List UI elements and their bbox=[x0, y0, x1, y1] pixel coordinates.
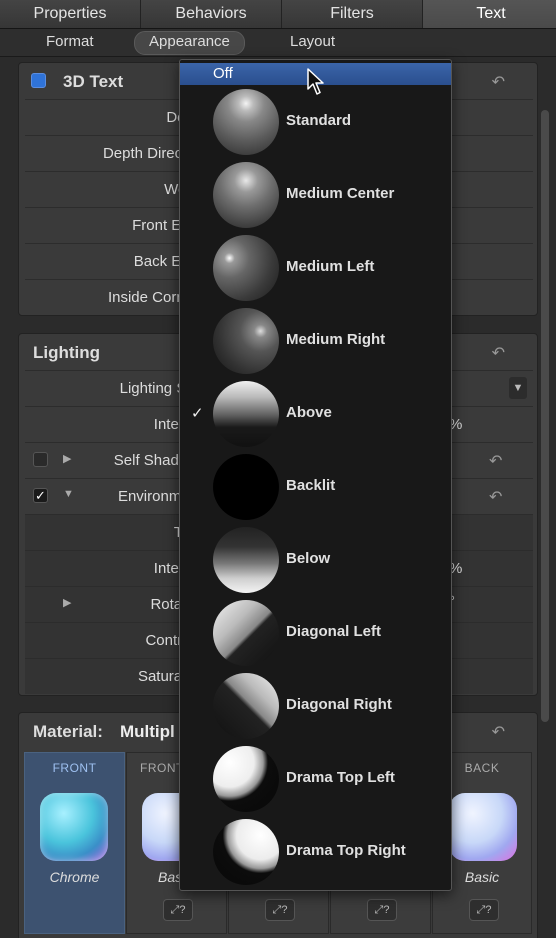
mouse-pointer-icon bbox=[307, 68, 324, 95]
self-shadows-checkbox[interactable] bbox=[33, 452, 48, 467]
menu-item-label: Standard bbox=[286, 112, 352, 129]
tab-filters[interactable]: Filters bbox=[282, 0, 423, 28]
sphere-medium-left-icon bbox=[213, 235, 279, 301]
sphere-drama-top-right-icon bbox=[213, 819, 279, 885]
disclosure-open-icon[interactable]: ▼ bbox=[63, 488, 74, 500]
reset-icon[interactable]: ↶ bbox=[489, 487, 502, 507]
inspector-tabs: Properties Behaviors Filters Text bbox=[0, 0, 556, 29]
menu-item-label: Off bbox=[213, 65, 233, 82]
reset-icon[interactable]: ↶ bbox=[492, 343, 505, 363]
3d-text-checkbox[interactable] bbox=[31, 73, 46, 88]
material-cell-header: FRONT bbox=[52, 761, 97, 775]
menu-item-label: Above bbox=[286, 404, 332, 421]
material-label: Material: bbox=[33, 722, 103, 741]
scrollbar[interactable] bbox=[541, 110, 549, 722]
material-cell-front[interactable]: FRONT Chrome bbox=[24, 752, 125, 934]
sphere-medium-center-icon bbox=[213, 162, 279, 228]
menu-item-label: Backlit bbox=[286, 477, 336, 494]
sphere-above-icon bbox=[213, 381, 279, 447]
menu-item-label: Below bbox=[286, 550, 331, 567]
subtab-format[interactable]: Format bbox=[32, 31, 108, 53]
menu-item-drama-top-left[interactable]: Drama Top Left bbox=[180, 744, 451, 817]
menu-item-backlit[interactable]: Backlit bbox=[180, 452, 451, 525]
menu-item-diagonal-right[interactable]: Diagonal Right bbox=[180, 671, 451, 744]
sphere-diagonal-right-icon bbox=[213, 673, 279, 739]
menu-item-drama-top-right[interactable]: Drama Top Right bbox=[180, 817, 451, 890]
link-icon[interactable]: ⤢? bbox=[163, 899, 193, 921]
basic-swatch bbox=[449, 793, 517, 861]
tab-behaviors[interactable]: Behaviors bbox=[141, 0, 282, 28]
menu-item-above[interactable]: ✓ Above bbox=[180, 379, 451, 452]
section-title: Lighting bbox=[33, 343, 101, 362]
sphere-medium-right-icon bbox=[213, 308, 279, 374]
menu-item-medium-center[interactable]: Medium Center bbox=[180, 160, 451, 233]
tab-text[interactable]: Text bbox=[423, 0, 556, 28]
chrome-swatch bbox=[40, 793, 108, 861]
checkmark-icon: ✓ bbox=[191, 405, 204, 422]
menu-item-standard[interactable]: Standard bbox=[180, 87, 451, 160]
disclosure-triangle-icon[interactable]: ▶ bbox=[63, 596, 71, 609]
reset-icon[interactable]: ↶ bbox=[492, 72, 505, 92]
text-subtabs: Format Appearance Layout bbox=[0, 29, 556, 57]
menu-item-label: Diagonal Left bbox=[286, 623, 382, 640]
menu-item-diagonal-left[interactable]: Diagonal Left bbox=[180, 598, 451, 671]
sphere-drama-top-left-icon bbox=[213, 746, 279, 812]
link-icon[interactable]: ⤢? bbox=[367, 899, 397, 921]
menu-item-label: Drama Top Left bbox=[286, 769, 395, 786]
section-title: 3D Text bbox=[63, 72, 124, 91]
menu-item-below[interactable]: Below bbox=[180, 525, 451, 598]
sphere-standard-icon bbox=[213, 89, 279, 155]
reset-icon[interactable]: ↶ bbox=[492, 722, 505, 742]
sphere-diagonal-left-icon bbox=[213, 600, 279, 666]
menu-item-label: Diagonal Right bbox=[286, 696, 392, 713]
menu-item-label: Medium Left bbox=[286, 258, 375, 275]
tab-properties[interactable]: Properties bbox=[0, 0, 141, 28]
reset-icon[interactable]: ↶ bbox=[489, 451, 502, 471]
menu-item-medium-left[interactable]: Medium Left bbox=[180, 233, 451, 306]
menu-item-label: Medium Center bbox=[286, 185, 395, 202]
menu-item-label: Drama Top Right bbox=[286, 842, 406, 859]
subtab-layout[interactable]: Layout bbox=[276, 31, 349, 53]
environment-checkbox[interactable]: ✓ bbox=[33, 488, 48, 503]
sphere-backlit-icon bbox=[213, 454, 279, 520]
lighting-style-menu: Off Standard Medium Center Medium Left M… bbox=[179, 59, 452, 891]
link-icon[interactable]: ⤢? bbox=[469, 899, 499, 921]
disclosure-triangle-icon[interactable]: ▶ bbox=[63, 452, 71, 465]
sphere-below-icon bbox=[213, 527, 279, 593]
link-icon[interactable]: ⤢? bbox=[265, 899, 295, 921]
dropdown-arrow-icon[interactable]: ▼ bbox=[509, 377, 527, 399]
menu-item-label: Medium Right bbox=[286, 331, 386, 348]
material-value: Multipl bbox=[120, 722, 175, 741]
material-name: Chrome bbox=[49, 869, 100, 885]
subtab-appearance[interactable]: Appearance bbox=[134, 31, 245, 55]
menu-item-medium-right[interactable]: Medium Right bbox=[180, 306, 451, 379]
